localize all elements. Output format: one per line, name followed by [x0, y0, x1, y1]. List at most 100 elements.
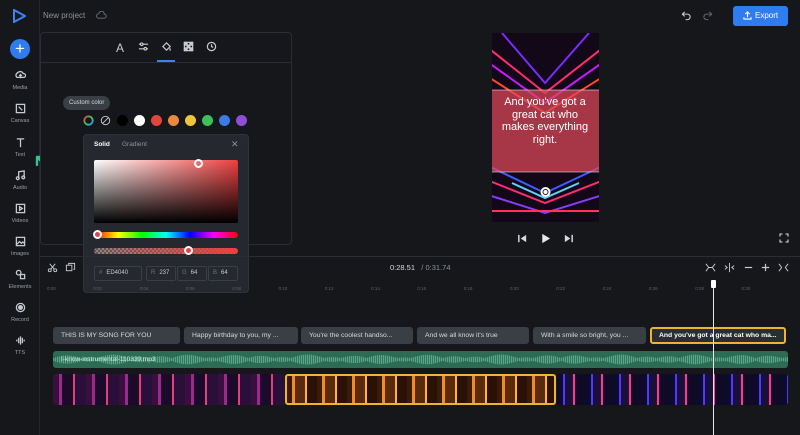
ruler-tick-label: 0:22 [556, 286, 566, 291]
ruler-tick-label: 0:08 [232, 286, 241, 291]
checker-icon [183, 41, 193, 52]
ruler-tick-label: 0:24 [602, 286, 612, 291]
rail-item-canvas[interactable]: Canvas [0, 103, 40, 124]
ruler-tick-label: 0:06 [185, 286, 195, 291]
hex-input[interactable]: # ED4040 [94, 266, 142, 281]
text-clip-selected[interactable]: And you've got a great cat who ma... [650, 327, 786, 344]
video-clip[interactable] [557, 374, 788, 405]
close-icon[interactable]: ✕ [231, 139, 239, 150]
add-button[interactable]: + [10, 39, 30, 59]
play-icon[interactable] [540, 233, 551, 244]
rail-item-record[interactable]: Record [0, 302, 40, 323]
tts-icon [15, 336, 25, 345]
color-swatch[interactable] [134, 115, 145, 126]
text-icon [16, 138, 24, 148]
ruler-tick-label: 0:00 [47, 286, 56, 291]
blue-input[interactable]: B 64 [208, 266, 238, 281]
sliders-icon [138, 42, 148, 51]
video-clip-selected[interactable] [285, 374, 556, 405]
redo-icon[interactable] [702, 10, 713, 21]
timecode: 0:28.51 / 0:31.74 [390, 263, 451, 272]
color-swatch[interactable] [151, 115, 162, 126]
saturation-handle[interactable] [194, 159, 203, 168]
canvas-icon [15, 103, 25, 114]
saturation-area[interactable] [94, 160, 238, 223]
no-color-icon[interactable] [100, 115, 111, 126]
alpha-slider[interactable] [94, 248, 238, 254]
elements-icon [15, 269, 25, 280]
panel-tab-divider [40, 62, 292, 63]
app-logo-icon[interactable] [12, 9, 26, 23]
project-title[interactable]: New project [43, 11, 85, 20]
media-icon [14, 70, 26, 79]
duplicate-icon[interactable] [65, 262, 76, 273]
zoom-in-icon[interactable] [760, 262, 771, 273]
export-button[interactable]: Export [733, 6, 788, 26]
alpha-handle[interactable] [184, 246, 193, 255]
ruler-tick-label: 0:12 [324, 286, 334, 291]
text-clip[interactable]: You're the coolest handso... [301, 327, 413, 344]
tab-timing[interactable] [204, 41, 218, 55]
color-swatch[interactable] [117, 115, 128, 126]
audio-clip[interactable]: I-know-instrumental-110339.mp3 [53, 351, 788, 368]
video-track[interactable] [53, 374, 788, 405]
scissors-icon[interactable] [47, 262, 58, 273]
rail-item-media[interactable]: Media [0, 70, 40, 91]
split-icon[interactable] [724, 262, 735, 273]
record-icon [15, 302, 25, 313]
ruler-tick-label: 0:28 [695, 286, 704, 291]
rail-item-tts[interactable]: TTS [0, 335, 40, 356]
ruler-tick-label: 0:04 [139, 286, 149, 291]
text-clip[interactable]: Happy birthday to you, my ... [184, 327, 298, 344]
fit-timeline-icon[interactable] [705, 262, 716, 273]
ruler-tick-label: 0:26 [648, 286, 658, 291]
tab-fill[interactable] [159, 41, 173, 55]
videos-icon [15, 203, 25, 214]
tab-gradient[interactable]: Gradient [122, 141, 147, 148]
playhead[interactable] [713, 283, 714, 435]
paint-bucket-icon [161, 41, 171, 52]
skip-back-icon[interactable] [517, 233, 528, 244]
tab-opacity[interactable] [181, 41, 195, 55]
cloud-sync-icon [96, 11, 107, 19]
timeline-divider [40, 256, 800, 257]
fullscreen-icon[interactable] [779, 233, 789, 243]
hue-slider[interactable] [94, 232, 238, 238]
color-swatch[interactable] [185, 115, 196, 126]
color-swatch[interactable] [202, 115, 213, 126]
audio-waveform [53, 354, 788, 365]
rail-item-images[interactable]: Images [0, 236, 40, 257]
ruler-tick-label: 0:02 [93, 286, 103, 291]
ruler-tick-label: 0:18 [463, 286, 473, 291]
ruler-tick-label: 0:20 [510, 286, 519, 291]
custom-color-wheel-icon[interactable] [83, 115, 94, 126]
undo-icon[interactable] [681, 10, 692, 21]
tab-solid[interactable]: Solid [94, 141, 110, 148]
text-clip[interactable]: With a smile so bright, you ... [533, 327, 646, 344]
green-input[interactable]: G 64 [177, 266, 207, 281]
rail-item-videos[interactable]: Videos [0, 203, 40, 224]
zoom-options-icon[interactable] [778, 262, 789, 273]
active-tab-indicator [157, 60, 175, 62]
video-clip[interactable] [53, 374, 284, 405]
playhead-handle[interactable] [711, 280, 716, 288]
color-swatch[interactable] [168, 115, 179, 126]
ruler-tick-label: 0:10 [278, 286, 288, 291]
skip-forward-icon[interactable] [563, 233, 574, 244]
rail-item-elements[interactable]: Elements [0, 269, 40, 290]
tab-font[interactable]: A [113, 41, 127, 55]
zoom-out-icon[interactable] [743, 262, 754, 273]
upload-icon [743, 11, 752, 20]
text-clip[interactable]: And we all know it's true [417, 327, 529, 344]
audio-icon [15, 170, 25, 181]
color-swatch[interactable] [219, 115, 230, 126]
tab-adjust[interactable] [136, 41, 150, 55]
red-input[interactable]: R 237 [146, 266, 176, 281]
font-icon: A [115, 41, 124, 55]
color-swatch[interactable] [236, 115, 247, 126]
clock-icon [206, 41, 216, 52]
text-clip[interactable]: THIS IS MY SONG FOR YOU [53, 327, 180, 344]
images-icon [15, 236, 25, 247]
ruler-tick-label: 0:14 [371, 286, 380, 291]
hue-handle[interactable] [93, 230, 102, 239]
